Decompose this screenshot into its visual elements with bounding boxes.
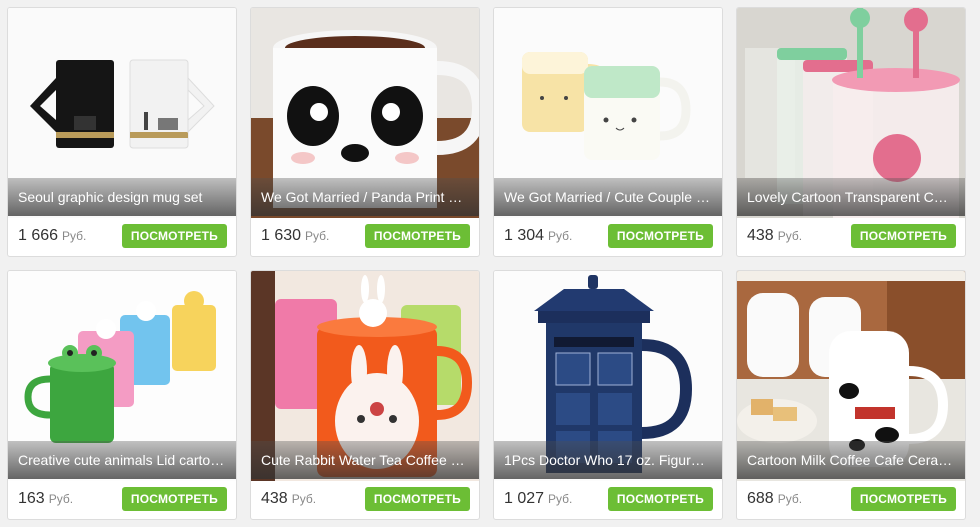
product-title[interactable]: We Got Married / Cute Couple Mugs: [494, 178, 722, 216]
price-value: 438: [261, 490, 288, 507]
price: 1 666 Руб.: [18, 227, 86, 245]
product-card[interactable]: 1Pcs Doctor Who 17 oz. Figural Mug 1 027…: [493, 270, 723, 520]
view-button[interactable]: ПОСМОТРЕТЬ: [364, 224, 470, 248]
price-value: 1 027: [504, 490, 545, 507]
product-footer: 1 666 Руб. ПОСМОТРЕТЬ: [8, 216, 236, 256]
product-title[interactable]: Cute Rabbit Water Tea Coffee Mug: [251, 441, 479, 479]
product-title[interactable]: Cartoon Milk Coffee Cafe Ceramic Mug: [737, 441, 965, 479]
view-button[interactable]: ПОСМОТРЕТЬ: [850, 224, 956, 248]
price-value: 1 666: [18, 227, 59, 244]
currency-label: Руб.: [291, 492, 317, 506]
view-button[interactable]: ПОСМОТРЕТЬ: [607, 224, 713, 248]
product-footer: 438 Руб. ПОСМОТРЕТЬ: [251, 479, 479, 519]
product-card[interactable]: Seoul graphic design mug set 1 666 Руб. П…: [7, 7, 237, 257]
product-title[interactable]: Seoul graphic design mug set: [8, 178, 236, 216]
price: 438 Руб.: [261, 490, 316, 508]
product-footer: 1 304 Руб. ПОСМОТРЕТЬ: [494, 216, 722, 256]
product-title[interactable]: Creative cute animals Lid cartoon mugs: [8, 441, 236, 479]
price: 1 027 Руб.: [504, 490, 572, 508]
view-button[interactable]: ПОСМОТРЕТЬ: [364, 487, 470, 511]
price-value: 438: [747, 227, 774, 244]
product-card[interactable]: We Got Married / Cute Couple Mugs 1 304 Р…: [493, 7, 723, 257]
product-footer: 438 Руб. ПОСМОТРЕТЬ: [737, 216, 965, 256]
currency-label: Руб.: [777, 492, 803, 506]
product-footer: 688 Руб. ПОСМОТРЕТЬ: [737, 479, 965, 519]
price-value: 1 304: [504, 227, 545, 244]
currency-label: Руб.: [305, 229, 330, 243]
price-value: 1 630: [261, 227, 302, 244]
price-value: 163: [18, 490, 45, 507]
product-card[interactable]: Cute Rabbit Water Tea Coffee Mug 438 Руб.…: [250, 270, 480, 520]
view-button[interactable]: ПОСМОТРЕТЬ: [850, 487, 956, 511]
currency-label: Руб.: [777, 229, 803, 243]
currency-label: Руб.: [548, 229, 573, 243]
product-card[interactable]: Lovely Cartoon Transparent Cups 438 Руб. …: [736, 7, 966, 257]
view-button[interactable]: ПОСМОТРЕТЬ: [121, 224, 227, 248]
view-button[interactable]: ПОСМОТРЕТЬ: [607, 487, 713, 511]
currency-label: Руб.: [48, 492, 74, 506]
price-value: 688: [747, 490, 774, 507]
product-title[interactable]: Lovely Cartoon Transparent Cups: [737, 178, 965, 216]
product-card[interactable]: Cartoon Milk Coffee Cafe Ceramic Mug 688…: [736, 270, 966, 520]
price: 438 Руб.: [747, 227, 802, 245]
product-card[interactable]: Creative cute animals Lid cartoon mugs 1…: [7, 270, 237, 520]
product-footer: 1 630 Руб. ПОСМОТРЕТЬ: [251, 216, 479, 256]
product-footer: 163 Руб. ПОСМОТРЕТЬ: [8, 479, 236, 519]
price: 163 Руб.: [18, 490, 73, 508]
price: 1 304 Руб.: [504, 227, 572, 245]
view-button[interactable]: ПОСМОТРЕТЬ: [121, 487, 227, 511]
price: 688 Руб.: [747, 490, 802, 508]
product-title[interactable]: We Got Married / Panda Print Mug: [251, 178, 479, 216]
currency-label: Руб.: [548, 492, 573, 506]
currency-label: Руб.: [62, 229, 87, 243]
product-card[interactable]: We Got Married / Panda Print Mug 1 630 Ру…: [250, 7, 480, 257]
price: 1 630 Руб.: [261, 227, 329, 245]
product-title[interactable]: 1Pcs Doctor Who 17 oz. Figural Mug: [494, 441, 722, 479]
product-footer: 1 027 Руб. ПОСМОТРЕТЬ: [494, 479, 722, 519]
